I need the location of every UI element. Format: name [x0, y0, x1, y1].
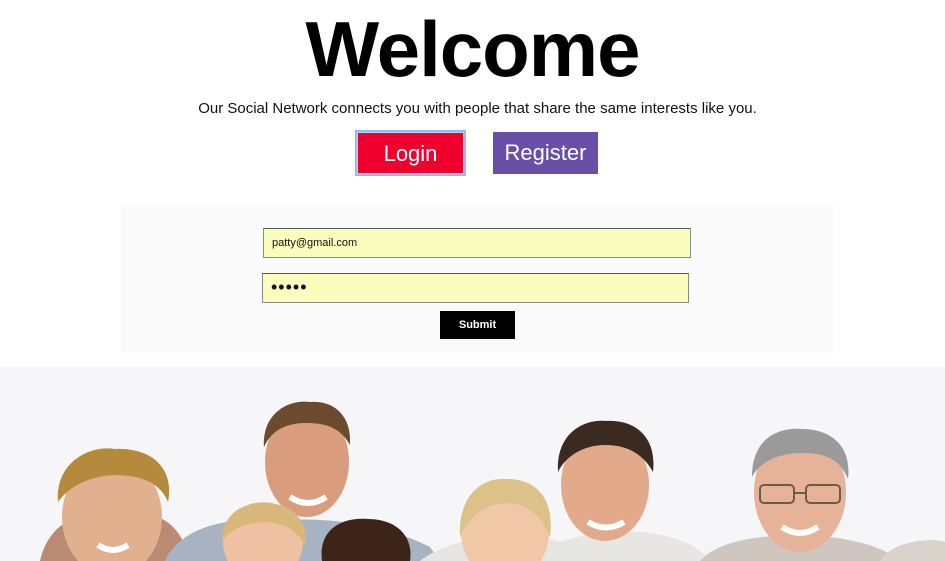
person-8-shoulder — [880, 540, 945, 561]
group-photo-illustration — [40, 401, 945, 561]
page-subtitle: Our Social Network connects you with peo… — [198, 100, 757, 117]
page-title: Welcome — [305, 5, 640, 93]
hero-group-photo — [0, 367, 945, 561]
email-field[interactable]: patty@gmail.com — [263, 228, 691, 258]
password-field[interactable]: ••••• — [262, 273, 689, 303]
submit-button[interactable]: Submit — [440, 311, 515, 339]
register-button[interactable]: Register — [493, 132, 598, 174]
login-button[interactable]: Login — [357, 132, 464, 174]
